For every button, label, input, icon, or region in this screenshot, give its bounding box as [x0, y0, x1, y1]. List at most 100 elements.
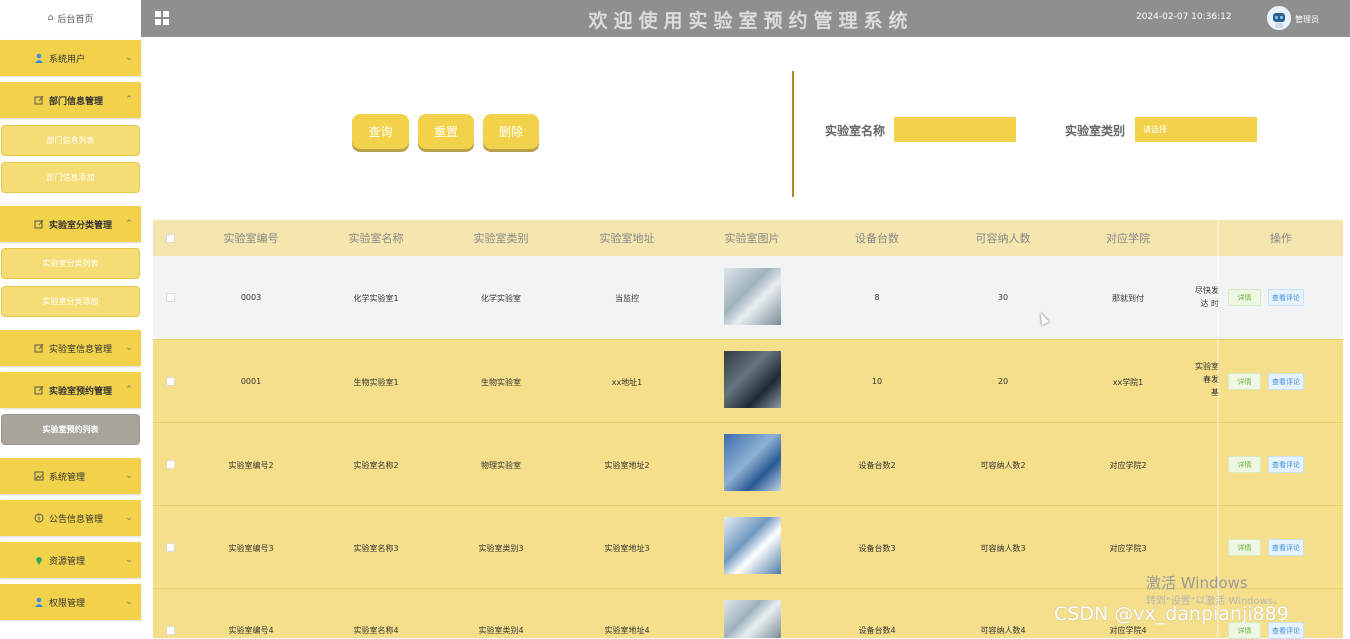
chevron-down-icon: ⌄ — [125, 555, 133, 565]
chevron-down-icon: ⌄ — [125, 343, 133, 353]
view-review-button[interactable]: 查看评论 — [1268, 456, 1304, 473]
lab-image[interactable] — [724, 268, 781, 325]
col-header: 可容纳人数 — [975, 232, 1031, 245]
menu-lab-category[interactable]: 实验室分类管理 ⌃ — [0, 206, 141, 242]
row-checkbox[interactable] — [166, 460, 175, 469]
submenu-label: 部门信息添加 — [46, 173, 95, 182]
cell-devices: 10 — [871, 377, 883, 386]
trunc-line: 实验室 — [1195, 362, 1219, 371]
row-checkbox[interactable] — [166, 293, 175, 302]
menu-lab-info[interactable]: 实验室信息管理 ⌄ — [0, 330, 141, 366]
lab-image[interactable] — [724, 517, 781, 574]
divider — [792, 71, 794, 197]
cell-name: 化学实验室1 — [353, 294, 399, 303]
cell-address: xx地址1 — [611, 378, 643, 387]
top-bar: 欢迎使用实验室预约管理系统 2024-02-07 10:36:12 管理员 — [141, 0, 1350, 37]
col-header: 实验室名称 — [348, 232, 404, 245]
menu-resource[interactable]: 资源管理 ⌄ — [0, 542, 141, 578]
col-header: 实验室地址 — [599, 232, 655, 245]
select-all-checkbox[interactable] — [166, 234, 175, 243]
col-header: 实验室类别 — [473, 232, 529, 245]
submenu-label: 实验室分类列表 — [42, 259, 99, 268]
cell-name: 实验室名称2 — [353, 461, 399, 470]
username[interactable]: 管理员 — [1295, 14, 1319, 25]
lab-category-select[interactable]: 请选择 — [1135, 117, 1257, 142]
cell-capacity: 20 — [997, 377, 1009, 386]
menu-announcement[interactable]: 公告信息管理 ⌄ — [0, 500, 141, 536]
lab-image[interactable] — [724, 600, 781, 638]
trunc-line: 春发 — [1203, 375, 1219, 384]
lab-image[interactable] — [724, 351, 781, 408]
cell-category: 实验室类别3 — [478, 544, 524, 553]
home-label: 后台首页 — [57, 14, 94, 25]
home-icon: ⌂ — [47, 13, 54, 23]
cell-devices: 设备台数3 — [858, 544, 896, 553]
cell-name: 生物实验室1 — [353, 378, 399, 387]
chevron-up-icon: ⌃ — [125, 219, 133, 229]
windows-activation-title: 激活 Windows — [1146, 574, 1248, 592]
cell-capacity: 可容纳人数4 — [980, 626, 1026, 635]
row-checkbox[interactable] — [166, 626, 175, 635]
cell-id: 实验室编号4 — [228, 626, 274, 635]
menu-label: 系统用户 — [49, 54, 86, 65]
lab-image[interactable] — [724, 434, 781, 491]
submenu-department-add[interactable]: 部门信息添加 — [1, 162, 140, 193]
submenu-department-list[interactable]: 部门信息列表 — [1, 125, 140, 156]
user-icon — [33, 52, 45, 64]
menu-system-manage[interactable]: 系统管理 ⌄ — [0, 458, 141, 494]
table-row[interactable]: 实验室编号2 实验室名称2 物理实验室 实验室地址2 设备台数2 可容纳人数2 … — [153, 423, 1343, 506]
submenu-category-list[interactable]: 实验室分类列表 — [1, 248, 140, 279]
avatar[interactable] — [1267, 6, 1291, 30]
trunc-line: 基 — [1211, 388, 1219, 397]
table-row[interactable]: 0001 生物实验室1 生物实验室 xx地址1 10 20 xx学院1 实验室春… — [153, 340, 1343, 423]
cell-address: 实验室地址2 — [604, 461, 650, 470]
trunc-line: 尽快发 — [1195, 286, 1219, 295]
view-review-button[interactable]: 查看评论 — [1268, 373, 1304, 390]
menu-label: 公告信息管理 — [49, 514, 104, 525]
cell-capacity: 30 — [997, 293, 1009, 302]
row-checkbox[interactable] — [166, 377, 175, 386]
view-review-button[interactable]: 查看评论 — [1268, 539, 1304, 556]
cell-id: 0003 — [240, 293, 262, 302]
grid-menu-icon[interactable] — [155, 11, 169, 25]
detail-button[interactable]: 详情 — [1228, 373, 1261, 390]
cell-college: 对应学院2 — [1109, 461, 1147, 470]
cell-college: 那就到付 — [1112, 294, 1144, 303]
cell-truncated: 实验室春发基 — [1191, 360, 1219, 399]
cell-name: 实验室名称3 — [353, 544, 399, 553]
detail-button[interactable]: 详情 — [1228, 456, 1261, 473]
table-row[interactable]: 0003 化学实验室1 化学实验室 当监控 8 30 那就到付 尽快发达 时 详… — [153, 256, 1343, 340]
info-icon — [33, 512, 45, 524]
detail-button[interactable]: 详情 — [1228, 289, 1261, 306]
chevron-down-icon: ⌄ — [125, 53, 133, 63]
cell-college: 对应学院3 — [1109, 544, 1147, 553]
submenu-booking-list[interactable]: 实验室预约列表 — [1, 414, 140, 445]
cell-category: 生物实验室 — [481, 378, 521, 387]
menu-permission[interactable]: 权限管理 ⌄ — [0, 584, 141, 620]
select-placeholder: 请选择 — [1143, 125, 1167, 134]
cell-address: 当监控 — [615, 294, 639, 303]
cell-capacity: 可容纳人数3 — [980, 544, 1026, 553]
menu-lab-booking[interactable]: 实验室预约管理 ⌃ — [0, 372, 141, 408]
chevron-up-icon: ⌃ — [125, 95, 133, 105]
chevron-down-icon: ⌄ — [125, 513, 133, 523]
cell-truncated: 尽快发达 时 — [1191, 284, 1219, 310]
pin-icon — [33, 554, 45, 566]
col-header: 实验室图片 — [724, 232, 780, 245]
delete-button[interactable]: 删除 — [483, 114, 539, 149]
lab-category-label: 实验室类别 — [1065, 124, 1126, 138]
menu-department[interactable]: 部门信息管理 ⌃ — [0, 82, 141, 118]
lab-name-input[interactable] — [894, 117, 1016, 142]
cell-address: 实验室地址3 — [604, 544, 650, 553]
reset-button[interactable]: 重置 — [418, 114, 474, 149]
query-button[interactable]: 查询 — [352, 114, 409, 149]
menu-system-users[interactable]: 系统用户 ⌄ — [0, 40, 141, 76]
user-icon — [33, 596, 45, 608]
view-review-button[interactable]: 查看评论 — [1268, 289, 1304, 306]
csdn-watermark: CSDN @vx_danpianji889 — [1054, 603, 1289, 625]
detail-button[interactable]: 详情 — [1228, 539, 1261, 556]
submenu-category-add[interactable]: 实验室分类添加 — [1, 286, 140, 317]
row-checkbox[interactable] — [166, 543, 175, 552]
cell-category: 实验室类别4 — [478, 626, 524, 635]
home-link[interactable]: ⌂ 后台首页 — [0, 0, 141, 36]
